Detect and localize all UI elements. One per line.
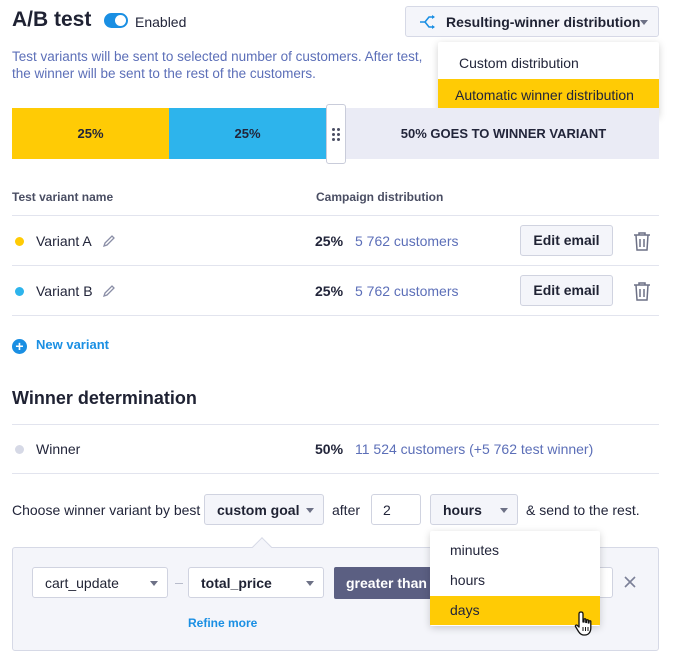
hand-cursor-icon	[574, 611, 592, 636]
winner-color-dot	[15, 445, 24, 454]
drag-handle-icon	[332, 128, 340, 142]
menu-item-hours[interactable]: hours	[430, 566, 600, 595]
event-select[interactable]: cart_update	[32, 567, 168, 598]
choose-prefix-text: Choose winner variant by best	[12, 502, 201, 518]
property-select-value: total_price	[201, 575, 272, 591]
winner-section-title: Winner determination	[12, 388, 197, 408]
pencil-icon[interactable]	[102, 234, 116, 248]
operator-select[interactable]: greater than	[334, 567, 436, 599]
column-header-campaign-distribution: Campaign distribution	[316, 190, 444, 204]
divider	[12, 265, 659, 266]
drag-handle[interactable]	[326, 104, 346, 164]
winner-customers: 11 524 customers (+5 762 test winner)	[355, 441, 594, 457]
page-title: A/B test	[12, 8, 92, 31]
description-text: Test variants will be sent to selected n…	[12, 49, 423, 81]
shuffle-icon	[420, 15, 435, 29]
chevron-down-icon	[150, 581, 158, 586]
goal-select[interactable]: custom goal	[204, 494, 324, 525]
distribution-menu: Custom distribution Automatic winner dis…	[438, 42, 659, 116]
variant-b-percent: 25%	[315, 283, 344, 299]
after-text: after	[332, 502, 361, 518]
variant-a-customers: 5 762 customers	[355, 233, 459, 249]
trash-icon[interactable]	[631, 230, 653, 252]
variant-a-name: Variant A	[36, 233, 92, 249]
divider	[12, 315, 659, 316]
choose-suffix-text: & send to the rest.	[526, 502, 640, 518]
bar-segment-winner: 50% GOES TO WINNER VARIANT	[326, 108, 659, 159]
distribution-select[interactable]: Resulting-winner distribution	[405, 6, 659, 37]
chevron-down-icon	[306, 581, 314, 586]
bar-segment-variant-b: 25%	[169, 108, 326, 159]
plus-circle-icon: +	[12, 339, 27, 354]
unit-select-value: hours	[443, 502, 482, 518]
variant-b-customers: 5 762 customers	[355, 283, 459, 299]
winner-percent: 50%	[315, 441, 344, 457]
menu-item-custom-distribution[interactable]: Custom distribution	[438, 47, 659, 79]
enabled-label: Enabled	[135, 14, 187, 30]
menu-item-minutes[interactable]: minutes	[430, 536, 600, 565]
amount-input[interactable]: 2	[371, 494, 421, 525]
separator-dash	[175, 583, 183, 584]
chevron-down-icon	[500, 508, 508, 513]
variant-b-name: Variant B	[36, 283, 93, 299]
variant-a-color-dot	[15, 237, 24, 246]
chevron-down-icon	[640, 20, 648, 25]
chevron-down-icon	[306, 508, 314, 513]
distribution-select-label: Resulting-winner distribution	[446, 14, 641, 30]
winner-name: Winner	[36, 441, 81, 457]
divider	[12, 215, 659, 216]
column-header-variant-name: Test variant name	[12, 190, 114, 204]
trash-icon[interactable]	[631, 280, 653, 302]
edit-email-button-b[interactable]: Edit email	[520, 275, 613, 306]
event-select-value: cart_update	[45, 575, 119, 591]
divider	[12, 424, 659, 425]
close-icon[interactable]	[622, 574, 638, 590]
enabled-toggle[interactable]	[104, 13, 128, 28]
refine-more-link[interactable]: Refine more	[188, 616, 257, 630]
property-select[interactable]: total_price	[188, 567, 324, 598]
new-variant-label: New variant	[36, 337, 109, 352]
variant-a-percent: 25%	[315, 233, 344, 249]
pencil-icon[interactable]	[102, 284, 116, 298]
unit-select[interactable]: hours	[430, 494, 518, 525]
goal-select-value: custom goal	[217, 502, 300, 518]
edit-email-button-a[interactable]: Edit email	[520, 225, 613, 256]
variant-b-color-dot	[15, 287, 24, 296]
bar-segment-variant-a: 25%	[12, 108, 169, 159]
new-variant-link[interactable]: + New variant	[12, 337, 109, 354]
menu-item-automatic-winner-distribution[interactable]: Automatic winner distribution	[438, 79, 659, 111]
divider	[12, 473, 659, 474]
